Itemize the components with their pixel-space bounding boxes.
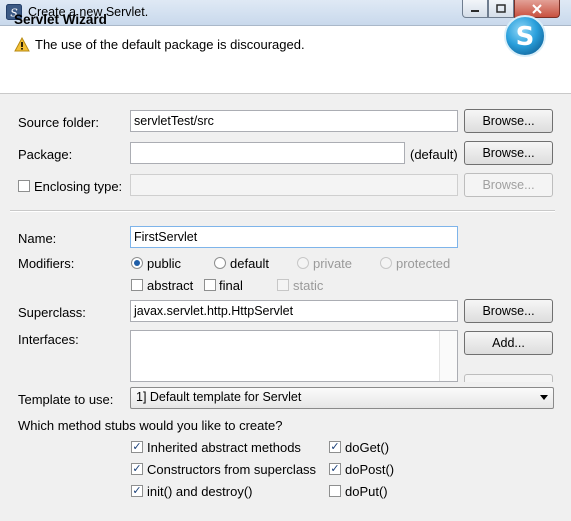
stub-init-destroy-checkbox[interactable]: ✓ (131, 485, 143, 497)
modifier-private-label: private (313, 256, 353, 271)
template-selected-value: 1] Default template for Servlet (136, 390, 302, 404)
template-select[interactable]: 1] Default template for Servlet (130, 387, 554, 409)
enclosing-type-checkbox[interactable] (18, 180, 30, 192)
package-browse-button[interactable]: Browse... (464, 141, 553, 165)
stub-constructors-label: Constructors from superclass (147, 462, 317, 477)
stub-inherited-label: Inherited abstract methods (147, 440, 301, 455)
modifier-default-radio[interactable] (214, 257, 226, 269)
source-folder-browse-button[interactable]: Browse... (464, 109, 553, 133)
maximize-icon (496, 3, 506, 13)
modifier-private-radio[interactable] (297, 257, 309, 269)
chevron-down-icon (540, 395, 548, 400)
stub-doput-checkbox[interactable] (329, 485, 341, 497)
stub-init-destroy-label: init() and destroy() (147, 484, 253, 499)
modifier-default-label: default (230, 256, 270, 271)
modifier-final-checkbox[interactable] (204, 279, 216, 291)
servlet-logo: S (504, 15, 546, 57)
interfaces-list[interactable] (130, 330, 458, 382)
add-interface-button[interactable]: Add... (464, 331, 553, 355)
enclosing-type-input[interactable] (130, 174, 458, 196)
stub-dopost-label: doPost() (345, 462, 395, 477)
modifier-final-label: final (219, 278, 243, 293)
modifier-abstract-checkbox[interactable] (131, 279, 143, 291)
stub-inherited-checkbox[interactable]: ✓ (131, 441, 143, 453)
modifier-protected-radio[interactable] (380, 257, 392, 269)
stub-doput-label: doPut() (345, 484, 388, 499)
interfaces-scrollbar[interactable] (439, 331, 457, 381)
source-folder-label: Source folder: (18, 115, 99, 130)
package-label: Package: (18, 147, 73, 162)
package-input[interactable] (130, 142, 405, 164)
close-icon (532, 3, 542, 14)
minimize-button[interactable] (462, 0, 488, 18)
stub-dopost-checkbox[interactable]: ✓ (329, 463, 341, 475)
svg-text:S: S (516, 22, 535, 52)
stub-doget-checkbox[interactable]: ✓ (329, 441, 341, 453)
warning-icon (14, 37, 30, 52)
modifier-public-radio[interactable] (131, 257, 143, 269)
remove-interface-button[interactable] (464, 374, 553, 382)
separator (10, 210, 555, 212)
superclass-browse-button[interactable]: Browse... (464, 299, 553, 323)
template-label: Template to use: (18, 392, 114, 407)
enclosing-type-label: Enclosing type: (34, 179, 123, 194)
method-stubs-question: Which method stubs would you like to cre… (18, 418, 283, 433)
modifier-static-label: static (293, 278, 324, 293)
modifier-protected-label: protected (396, 256, 451, 271)
modifiers-label: Modifiers: (18, 256, 75, 271)
modifier-static-checkbox[interactable] (277, 279, 289, 291)
stub-constructors-checkbox[interactable]: ✓ (131, 463, 143, 475)
package-default-label: (default) (410, 147, 458, 162)
enclosing-type-browse-button[interactable]: Browse... (464, 173, 553, 197)
source-folder-input[interactable]: servletTest/src (130, 110, 458, 132)
superclass-input[interactable]: javax.servlet.http.HttpServlet (130, 300, 458, 322)
minimize-icon (471, 9, 479, 12)
stub-doget-label: doGet() (345, 440, 390, 455)
wizard-title: Servlet Wizard (14, 12, 107, 27)
modifier-abstract-label: abstract (147, 278, 194, 293)
modifier-public-label: public (147, 256, 181, 271)
warning-message: The use of the default package is discou… (35, 37, 305, 52)
name-label: Name: (18, 231, 57, 246)
superclass-label: Superclass: (18, 305, 86, 320)
name-input[interactable]: FirstServlet (130, 226, 458, 248)
interfaces-label: Interfaces: (18, 332, 79, 347)
